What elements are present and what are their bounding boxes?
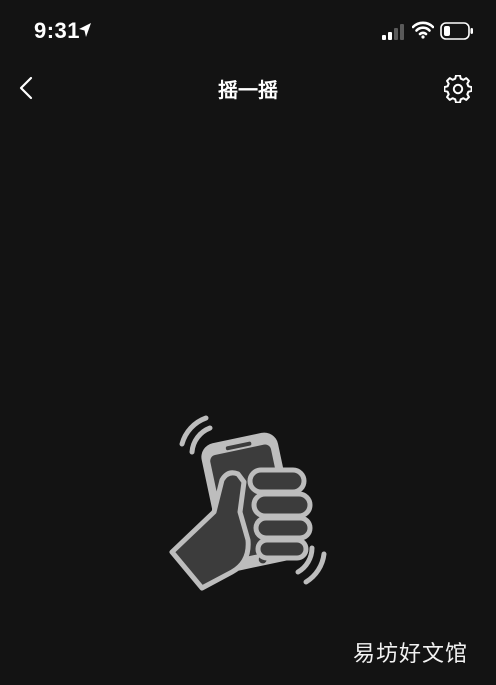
cellular-signal-icon	[382, 24, 404, 40]
gear-icon	[444, 75, 472, 103]
battery-icon	[440, 22, 473, 40]
wifi-icon	[412, 21, 434, 39]
status-bar: 9:31	[0, 0, 496, 64]
nav-bar: 摇一摇	[0, 64, 496, 114]
location-arrow-icon	[79, 23, 91, 37]
watermark: 易坊好文馆	[352, 642, 468, 667]
page-title: 摇一摇	[218, 78, 278, 102]
status-time: 9:31	[34, 18, 81, 43]
hand-shaking-phone-icon	[169, 415, 327, 591]
settings-button[interactable]	[440, 71, 476, 107]
